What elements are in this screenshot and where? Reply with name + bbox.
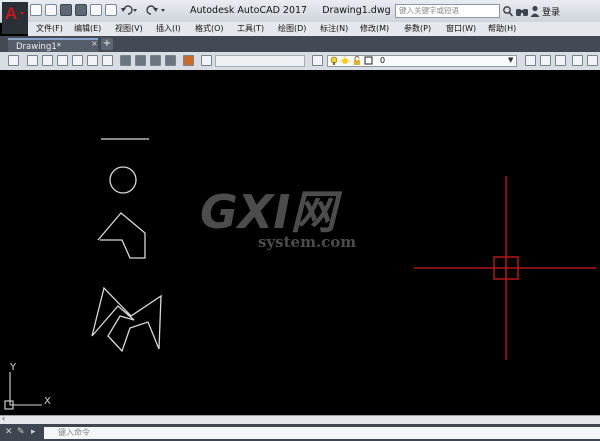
drawn-folded-shape — [91, 286, 162, 353]
close-icon[interactable]: ✕ — [5, 427, 13, 437]
watermark-brand: GXI网 — [200, 185, 342, 239]
ucs-icon — [4, 372, 42, 410]
recent-commands-icon[interactable]: ▸ — [31, 427, 36, 437]
ucs-y-label: Y — [9, 362, 17, 373]
drawn-polyline — [97, 212, 146, 259]
crosshair-cursor — [414, 176, 596, 360]
drawing-geometry: Y X GXI网 system.com — [4, 138, 596, 410]
wrench-icon[interactable]: ✎ — [17, 427, 25, 437]
scroll-left-icon[interactable]: ‹ — [2, 414, 5, 423]
ucs-x-label: X — [44, 396, 51, 407]
watermark-domain: system.com — [258, 233, 356, 251]
drawn-circle — [109, 166, 137, 194]
command-input[interactable]: 键入命令 — [44, 427, 600, 439]
watermark-logo: GXI网 system.com — [200, 185, 356, 251]
